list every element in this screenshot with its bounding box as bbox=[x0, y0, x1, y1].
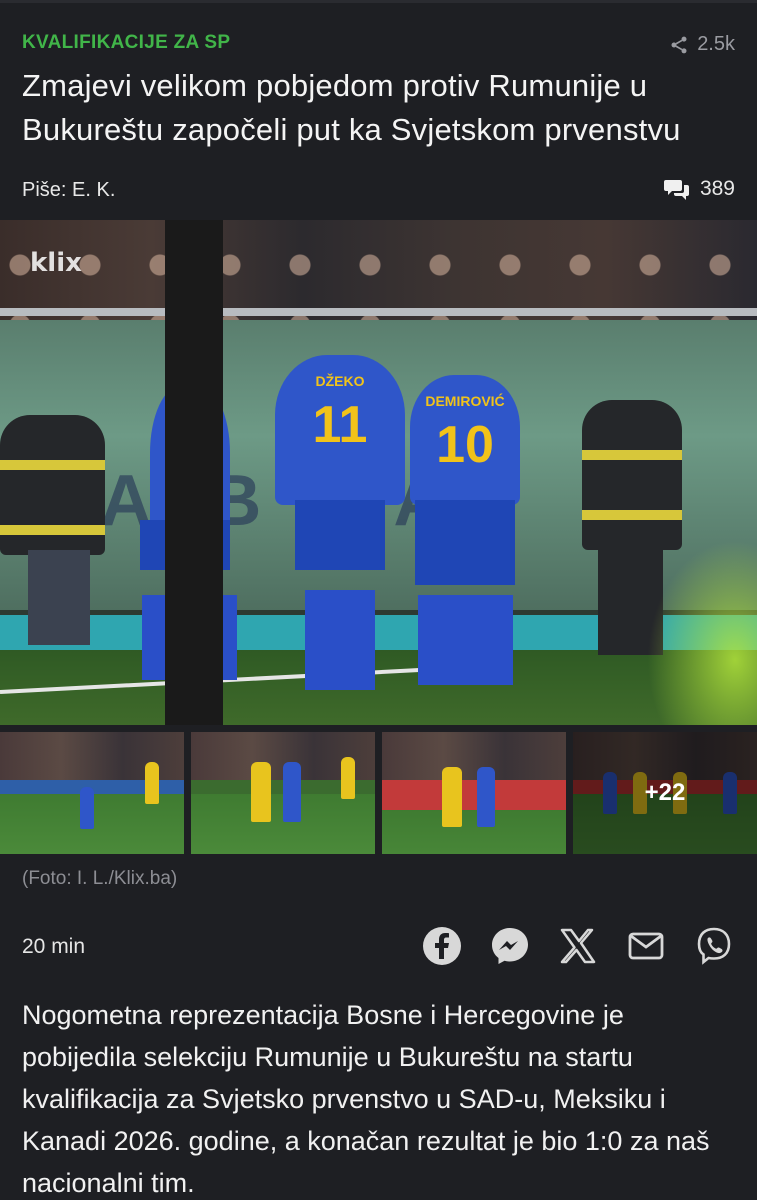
messenger-icon bbox=[492, 928, 528, 964]
main-photo[interactable]: A B NA DŽEKO 11 DEMIROVIĆ 10 klix bbox=[0, 220, 757, 725]
steward-left bbox=[0, 415, 105, 555]
photo-caption: (Foto: I. L./Klix.ba) bbox=[22, 868, 178, 889]
mail-icon bbox=[628, 932, 664, 960]
article-meta: 20 min bbox=[22, 925, 735, 969]
viber-share-button[interactable] bbox=[693, 925, 735, 967]
facebook-icon bbox=[423, 927, 461, 965]
article-lead: Nogometna reprezentacija Bosne i Hercego… bbox=[22, 1000, 710, 1198]
share-icon bbox=[671, 36, 687, 53]
photo-gallery: +22 bbox=[0, 732, 757, 854]
comments-icon bbox=[663, 180, 689, 200]
byline: Piše: E. K. 389 bbox=[22, 177, 735, 205]
steward-left-legs bbox=[28, 550, 90, 645]
share-count-button[interactable]: 2.5k bbox=[669, 33, 735, 56]
article-header: KVALIFIKACIJE ZA SP 2.5k bbox=[22, 28, 735, 58]
share-count: 2.5k bbox=[697, 33, 735, 55]
gallery-thumb-2[interactable] bbox=[191, 732, 375, 854]
stadium-rail bbox=[0, 308, 757, 316]
author: Piše: E. K. bbox=[22, 179, 116, 201]
more-photos-label: +22 bbox=[573, 732, 757, 854]
firefighter bbox=[582, 400, 682, 550]
published-time: 20 min bbox=[22, 935, 86, 958]
article-title: Zmajevi velikom pobjedom protiv Rumunije… bbox=[22, 68, 681, 147]
x-icon bbox=[560, 928, 596, 964]
goal-post bbox=[165, 220, 223, 725]
messenger-share-button[interactable] bbox=[489, 925, 531, 967]
viber-icon bbox=[697, 927, 731, 965]
comments-button[interactable]: 389 bbox=[663, 177, 735, 201]
light-glare bbox=[647, 540, 757, 725]
klix-watermark: klix bbox=[30, 248, 82, 278]
player-dzeko-shorts bbox=[295, 500, 385, 570]
comment-count: 389 bbox=[699, 177, 735, 200]
facebook-share-button[interactable] bbox=[421, 925, 463, 967]
player-demirovic: DEMIROVIĆ 10 bbox=[410, 375, 520, 505]
top-divider bbox=[0, 0, 757, 3]
player-demirovic-shorts bbox=[415, 500, 515, 585]
player-dzeko: DŽEKO 11 bbox=[275, 355, 405, 505]
share-buttons bbox=[421, 925, 735, 967]
player-demirovic-socks bbox=[418, 595, 513, 685]
mail-share-button[interactable] bbox=[625, 925, 667, 967]
category-label[interactable]: KVALIFIKACIJE ZA SP bbox=[22, 32, 230, 54]
gallery-thumb-3[interactable] bbox=[382, 732, 566, 854]
gallery-thumb-1[interactable] bbox=[0, 732, 184, 854]
x-share-button[interactable] bbox=[557, 925, 599, 967]
player-dzeko-socks bbox=[305, 590, 375, 690]
gallery-thumb-more[interactable]: +22 bbox=[573, 732, 757, 854]
